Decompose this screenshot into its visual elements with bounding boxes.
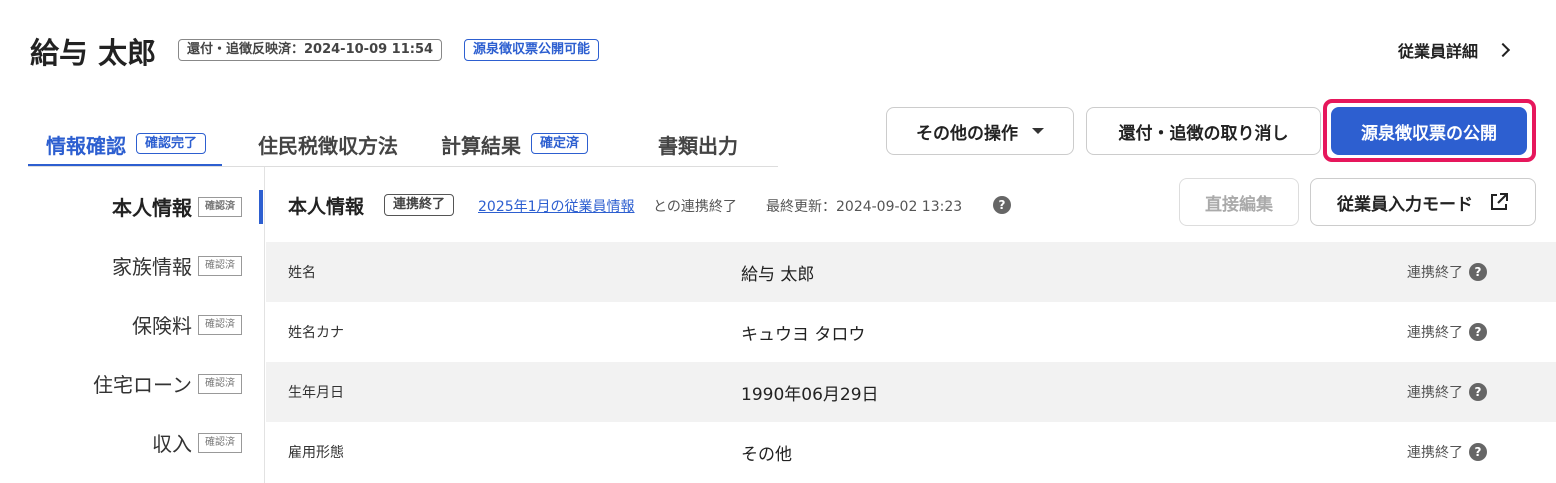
employee-info-link[interactable]: 2025年1月の従業員情報 (478, 196, 635, 216)
sidebar-item-label: 収入 (152, 432, 192, 456)
sidebar-item-badge: 確認済 (198, 196, 242, 217)
tab-label: 住民税徴収方法 (258, 134, 398, 158)
sidebar-item-family[interactable]: 家族情報 確認済 (112, 251, 242, 280)
help-icon[interactable]: ? (993, 196, 1011, 214)
table-row: 雇用形態 その他 連携終了 ? (266, 422, 1556, 480)
row-value: 給与 太郎 (741, 265, 815, 285)
reflect-status-badge: 還付・追徴反映済：2024-10-09 11:54 (178, 39, 443, 61)
direct-edit-button[interactable]: 直接編集 (1179, 178, 1299, 226)
row-status-label: 連携終了 (1407, 445, 1463, 461)
employee-detail-link[interactable]: 従業員詳細 (1397, 38, 1511, 62)
sidebar-item-label: 本人情報 (112, 196, 192, 220)
row-status: 連携終了 ? (1407, 382, 1487, 402)
link-suffix-text: との連携終了 (653, 199, 737, 215)
tab-label: 情報確認 (46, 134, 126, 158)
tab-badge: 確認完了 (136, 133, 207, 154)
tab-bar: 情報確認 確認完了 住民税徴収方法 計算結果 確定済 書類出力 (28, 118, 778, 168)
row-value: 1990年06月29日 (741, 385, 879, 405)
other-operations-label: その他の操作 (916, 123, 1018, 144)
row-value: その他 (741, 445, 792, 465)
sidebar-item-badge: 確認済 (198, 432, 242, 453)
publish-status-badge: 源泉徴収票公開可能 (464, 39, 600, 61)
sidebar-item-label: 家族情報 (112, 255, 192, 279)
sidebar: 本人情報 確認済 家族情報 確認済 保険料 確認済 住宅ローン 確認済 収入 確… (0, 167, 265, 483)
sidebar-item-badge: 確認済 (198, 373, 242, 394)
sidebar-item-personal[interactable]: 本人情報 確認済 (112, 192, 242, 221)
row-value: キュウヨ タロウ (741, 325, 866, 345)
row-status: 連携終了 ? (1407, 442, 1487, 462)
tab-label: 計算結果 (441, 134, 521, 158)
sidebar-item-insurance[interactable]: 保険料 確認済 (132, 310, 242, 339)
page-header: 給与 太郎 還付・追徴反映済：2024-10-09 11:54 源泉徴収票公開可… (0, 0, 1556, 100)
row-status-label: 連携終了 (1407, 325, 1463, 341)
publish-withholding-button[interactable]: 源泉徴収票の公開 (1331, 107, 1527, 155)
tab-resident-tax[interactable]: 住民税徴収方法 (258, 118, 398, 166)
help-icon[interactable]: ? (1469, 443, 1487, 461)
row-status-label: 連携終了 (1407, 265, 1463, 281)
input-mode-label: 従業員入力モード (1337, 194, 1473, 215)
sidebar-item-badge: 確認済 (198, 255, 242, 276)
tab-label: 書類出力 (658, 134, 738, 158)
row-status: 連携終了 ? (1407, 322, 1487, 342)
external-link-icon (1491, 193, 1508, 210)
help-icon[interactable]: ? (1469, 323, 1487, 341)
employee-input-mode-button[interactable]: 従業員入力モード (1310, 178, 1536, 226)
tab-badge: 確定済 (531, 133, 589, 154)
row-label: 姓名 (288, 265, 316, 281)
sidebar-item-badge: 確認済 (198, 314, 242, 335)
tab-calc-result[interactable]: 計算結果 確定済 (441, 118, 589, 166)
caret-down-icon (1032, 128, 1044, 134)
row-label: 生年月日 (288, 385, 344, 401)
employee-name: 給与 太郎 (30, 36, 157, 70)
last-updated-text: 最終更新：2024-09-02 13:23 (766, 199, 963, 215)
help-icon[interactable]: ? (1469, 263, 1487, 281)
row-label: 雇用形態 (288, 445, 344, 461)
sidebar-item-income[interactable]: 収入 確認済 (152, 428, 242, 457)
row-status: 連携終了 ? (1407, 262, 1487, 282)
chevron-right-icon (1495, 42, 1511, 58)
section-status-badge: 連携終了 (384, 194, 455, 216)
other-operations-button[interactable]: その他の操作 (886, 107, 1074, 155)
sidebar-item-label: 保険料 (132, 314, 192, 338)
sidebar-item-housing-loan[interactable]: 住宅ローン 確認済 (93, 369, 242, 398)
personal-info-table: 姓名 給与 太郎 連携終了 ? 姓名カナ キュウヨ タロウ 連携終了 ? 生年月… (266, 242, 1556, 480)
table-row: 姓名カナ キュウヨ タロウ 連携終了 ? (266, 302, 1556, 362)
cancel-refund-button[interactable]: 還付・追徴の取り消し (1086, 107, 1321, 155)
tab-info-check[interactable]: 情報確認 確認完了 (28, 118, 223, 167)
sidebar-item-label: 住宅ローン (93, 373, 192, 397)
table-row: 生年月日 1990年06月29日 連携終了 ? (266, 362, 1556, 422)
row-label: 姓名カナ (288, 325, 344, 341)
row-status-label: 連携終了 (1407, 385, 1463, 401)
tab-documents[interactable]: 書類出力 (658, 118, 738, 166)
section-title: 本人情報 (288, 196, 365, 218)
sidebar-active-indicator (259, 190, 263, 224)
help-icon[interactable]: ? (1469, 383, 1487, 401)
employee-detail-label: 従業員詳細 (1397, 42, 1478, 61)
table-row: 姓名 給与 太郎 連携終了 ? (266, 242, 1556, 302)
